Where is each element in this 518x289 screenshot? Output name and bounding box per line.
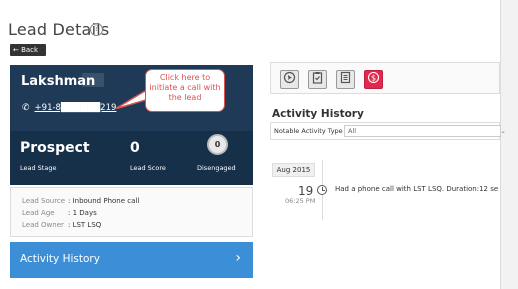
clock-icon [317, 185, 327, 195]
filter-selected-value: All [348, 127, 357, 135]
chevron-right-icon: › [235, 250, 241, 266]
month-tag: Aug 2015 [272, 163, 315, 177]
help-circle-icon[interactable]: ? [90, 23, 103, 36]
activity-filter-row: Notable Activity Type All ⌄ [270, 122, 506, 140]
lead-info-box: Lead Source: Inbound Phone call Lead Age… [10, 187, 253, 237]
lead-stage-value: Prospect [20, 140, 90, 156]
lead-age-row: Lead Age : 1 Days [22, 209, 97, 217]
lead-source-row: Lead Source: Inbound Phone call [22, 197, 139, 205]
activity-type-select[interactable]: All ⌄ [344, 125, 506, 137]
filter-label: Notable Activity Type [274, 127, 343, 135]
cursor-icon[interactable] [280, 70, 299, 89]
clipboard-check-icon[interactable] [308, 70, 327, 89]
activity-entry-text[interactable]: Had a phone call with LST LSQ. Duration:… [335, 185, 500, 193]
info-label: Lead Age [22, 209, 55, 217]
lead-score-value: 0 [130, 140, 140, 156]
engagement-label: Disengaged [197, 164, 236, 172]
phone-row[interactable]: ✆ +91-8██████219 [22, 103, 116, 113]
lead-stats: Prospect Lead Stage 0 Lead Score 0 Disen… [10, 131, 253, 185]
callout-pointer [115, 89, 149, 109]
svg-text:$: $ [371, 73, 376, 82]
activity-history-bar[interactable]: Activity History › [10, 242, 253, 278]
info-value: : LST LSQ [68, 221, 102, 229]
phone-icon[interactable]: ✆ [22, 103, 30, 113]
activity-time: 06:25 PM [285, 197, 316, 205]
call-tooltip-callout: Click here to initiate a call with the l… [145, 69, 225, 112]
lead-stage-label: Lead Stage [20, 164, 57, 172]
chevron-down-icon: ⌄ [500, 127, 506, 135]
activity-history-title: Activity History [272, 108, 364, 120]
lead-card: Lakshman ✆ +91-8██████219 Click here to i… [10, 65, 253, 185]
lead-score-label: Lead Score [130, 164, 166, 172]
redacted-surname [82, 73, 104, 87]
info-label: Lead Source [22, 197, 66, 205]
info-label: Lead Owner [22, 221, 64, 229]
right-scroll-gutter [500, 0, 518, 289]
action-toolbar: $ [270, 62, 500, 94]
back-button[interactable]: ← Back [10, 44, 46, 56]
document-icon[interactable] [336, 70, 355, 89]
info-value: : Inbound Phone call [68, 197, 140, 205]
phone-number-link[interactable]: +91-8██████219 [35, 103, 117, 113]
lead-owner-row: Lead Owner : LST LSQ [22, 221, 101, 229]
activity-day: 19 [298, 184, 314, 198]
engagement-badge: 0 [207, 134, 228, 155]
info-value: : 1 Days [68, 209, 97, 217]
activity-history-bar-label: Activity History [20, 253, 100, 265]
dollar-icon[interactable]: $ [364, 70, 383, 89]
